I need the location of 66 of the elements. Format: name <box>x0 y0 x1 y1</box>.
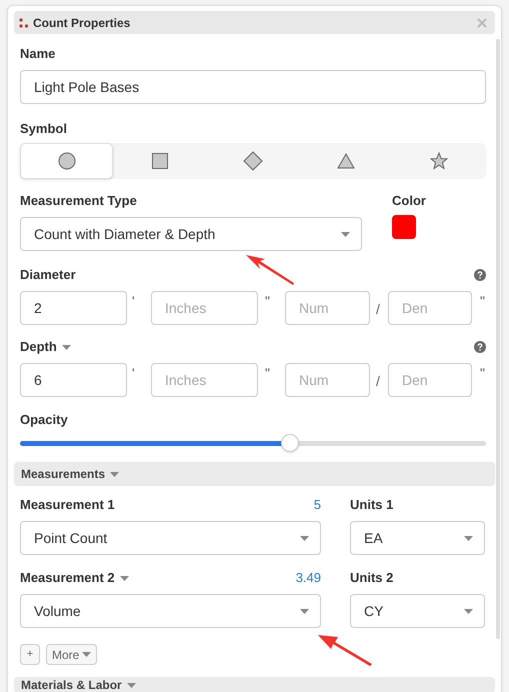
field-label: Measurement 2 <box>20 570 115 586</box>
inches-mark: " <box>264 292 271 311</box>
caret-icon <box>300 536 309 540</box>
color-swatch[interactable] <box>392 215 416 239</box>
field-label: Diameter <box>20 267 76 283</box>
input-field[interactable]: Inches <box>151 291 258 325</box>
caret-icon <box>110 472 120 476</box>
measurement-reading: 5 <box>314 497 321 513</box>
star-icon <box>430 152 448 170</box>
section-header[interactable]: Materials & Labor <box>14 677 495 692</box>
input-field[interactable]: Den <box>388 363 472 397</box>
input-field[interactable]: 6 <box>20 363 127 397</box>
annotation-arrow <box>318 633 374 667</box>
caret-icon <box>300 608 309 614</box>
field-label: Name <box>20 46 56 62</box>
input-field[interactable]: Light Pole Bases <box>20 70 486 104</box>
input-field[interactable]: Num <box>285 363 370 397</box>
feet-mark: ' <box>131 292 136 311</box>
field-label: Depth <box>20 339 57 355</box>
help-icon[interactable] <box>474 341 486 353</box>
more-button[interactable]: More <box>46 644 98 665</box>
caret-icon <box>82 652 92 657</box>
opacity-slider[interactable] <box>20 434 486 452</box>
caret-icon[interactable] <box>120 576 129 580</box>
caret-icon[interactable] <box>62 344 71 350</box>
diamond-icon <box>242 151 263 171</box>
circle-icon <box>58 152 76 170</box>
add-button[interactable]: + <box>20 644 40 665</box>
input-field[interactable]: Inches <box>151 363 258 397</box>
measurement-dropdown[interactable]: Point Count <box>20 521 321 555</box>
section-header[interactable]: Measurements <box>14 462 495 486</box>
inches-mark: " <box>264 364 271 383</box>
caret-icon <box>464 536 473 540</box>
annotation-arrow <box>246 254 296 288</box>
units-dropdown[interactable]: EA <box>350 521 485 555</box>
slash-mark: / <box>375 300 381 319</box>
units-dropdown[interactable]: CY <box>350 594 485 628</box>
scrollbar[interactable] <box>496 39 500 639</box>
input-field[interactable]: Den <box>388 291 472 325</box>
dots-icon <box>19 18 29 28</box>
field-label: Units 1 <box>350 497 394 513</box>
slider-thumb[interactable] <box>281 434 300 452</box>
symbol-option[interactable] <box>20 143 114 179</box>
close-icon[interactable] <box>477 18 487 28</box>
window-title: Count Properties <box>33 14 130 32</box>
field-label: Units 2 <box>350 570 394 586</box>
help-icon[interactable] <box>474 269 486 281</box>
feet-mark: ' <box>131 364 136 383</box>
caret-icon <box>464 608 473 614</box>
input-field[interactable]: Num <box>285 291 370 325</box>
square-icon <box>152 153 168 169</box>
field-label: Measurement Type <box>20 193 138 209</box>
caret-icon <box>341 232 350 236</box>
caret-icon <box>126 682 136 688</box>
field-label: Color <box>392 193 426 209</box>
inches-mark: " <box>479 364 485 383</box>
measurement-reading: 3.49 <box>296 570 321 586</box>
triangle-icon <box>337 153 356 169</box>
measurement-dropdown[interactable]: Volume <box>20 594 321 628</box>
inches-mark: " <box>479 292 485 311</box>
measurement-type-dropdown[interactable]: Count with Diameter & Depth <box>20 217 362 251</box>
field-label: Measurement 1 <box>20 497 115 513</box>
field-label: Symbol <box>20 121 67 137</box>
field-label: Opacity <box>20 412 68 428</box>
slash-mark: / <box>375 372 381 391</box>
input-field[interactable]: 2 <box>20 291 127 325</box>
